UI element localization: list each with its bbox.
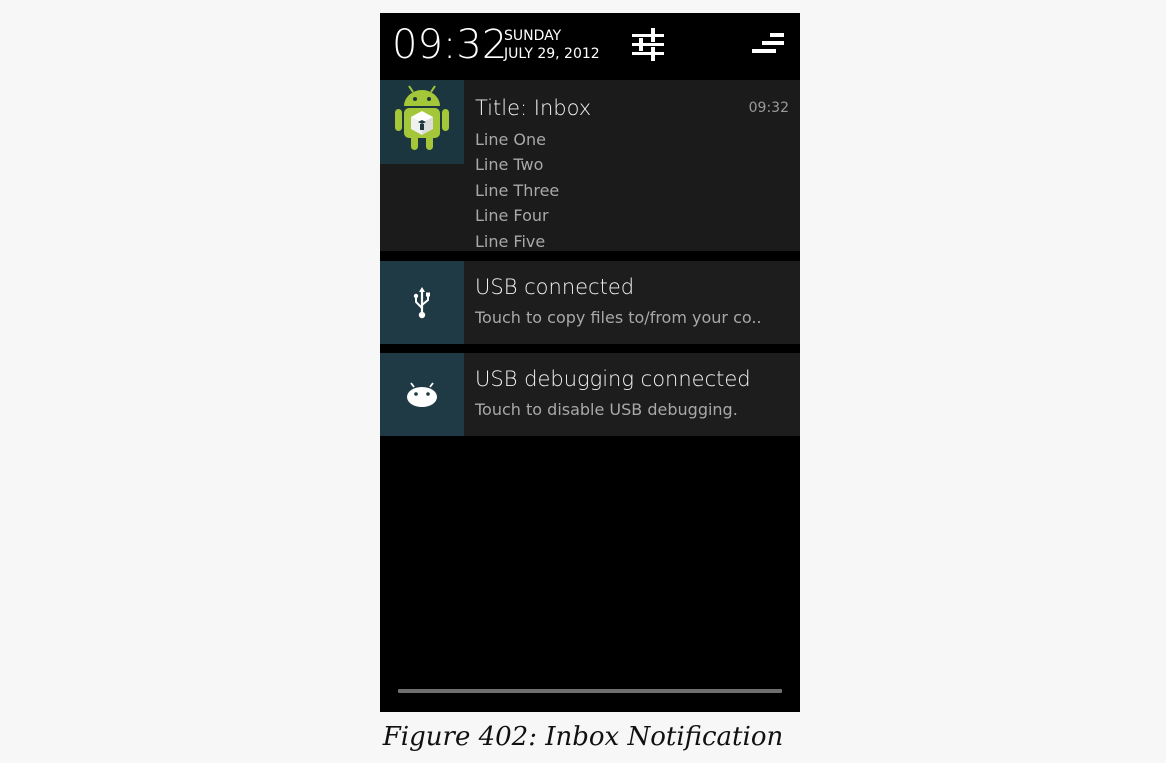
notification-inbox[interactable]: Title: Inbox 09:32 Line One Line Two Lin… — [380, 80, 800, 251]
clear-notifications-icon — [752, 33, 784, 53]
quick-settings-button[interactable] — [632, 27, 664, 63]
notification-title: USB connected — [475, 275, 635, 299]
clock: 09:32 — [392, 22, 508, 68]
settings-sliders-icon — [632, 28, 664, 61]
clear-all-button[interactable] — [750, 31, 786, 59]
android-box-icon — [395, 85, 449, 150]
notification-icon-box — [380, 353, 464, 436]
notification-usb-connected[interactable]: USB connected Touch to copy files to/fro… — [380, 261, 800, 344]
shade-drag-handle[interactable] — [398, 689, 782, 693]
inbox-line: Line Five — [475, 231, 546, 251]
notification-icon-box — [380, 80, 464, 164]
inbox-line: Line Three — [475, 180, 560, 200]
page: 09:32 SUNDAY JULY 29, 2012 Title: Inbox … — [0, 0, 1166, 763]
notification-title: USB debugging connected — [475, 367, 751, 391]
shade-header: 09:32 SUNDAY JULY 29, 2012 — [380, 13, 800, 79]
date-block: SUNDAY JULY 29, 2012 — [504, 27, 600, 63]
android-debug-icon — [407, 382, 437, 407]
notification-text: Touch to disable USB debugging. — [475, 400, 738, 419]
inbox-lines: Line One Line Two Line Three Line Four L… — [475, 127, 559, 254]
figure-caption: Figure 402: Inbox Notification — [382, 722, 784, 752]
notification-title: Title: Inbox — [475, 96, 592, 120]
date: JULY 29, 2012 — [504, 46, 600, 62]
notification-text: Touch to copy files to/from your co.. — [475, 308, 762, 327]
usb-icon — [413, 287, 430, 319]
inbox-line: Line Four — [475, 206, 549, 226]
notification-time: 09:32 — [748, 100, 789, 116]
notification-usb-debugging[interactable]: USB debugging connected Touch to disable… — [380, 353, 800, 436]
notification-icon-box — [380, 261, 464, 344]
notification-shade: 09:32 SUNDAY JULY 29, 2012 Title: Inbox … — [380, 13, 800, 712]
inbox-line: Line Two — [475, 155, 544, 175]
weekday: SUNDAY — [504, 28, 562, 44]
inbox-line: Line One — [475, 130, 547, 149]
